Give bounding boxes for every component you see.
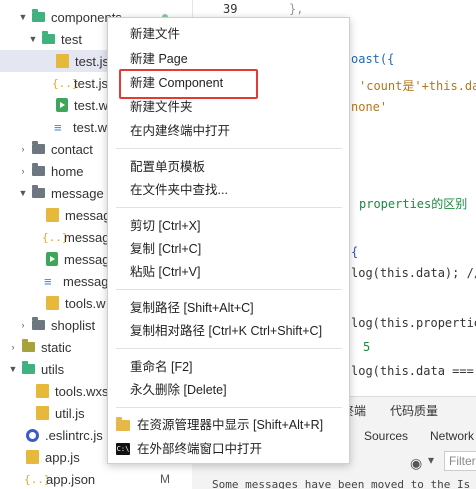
menu-divider xyxy=(116,407,342,408)
wxss-file-icon: ≡ xyxy=(44,273,52,289)
menu-divider xyxy=(116,289,342,290)
tab-sources[interactable]: Sources xyxy=(364,429,408,443)
menu-item-delete[interactable]: 永久删除 [Delete] xyxy=(130,381,227,399)
code-line: none' xyxy=(351,100,388,114)
folder-icon xyxy=(116,417,130,431)
menu-item-copy[interactable]: 复制 [Ctrl+C] xyxy=(130,240,201,258)
code-line: properties的区别 xyxy=(359,197,468,211)
code-line: 5 xyxy=(363,340,371,354)
highlight-box xyxy=(119,69,258,99)
code-line: log(this.data); // xyxy=(351,266,476,280)
line-number: 39 xyxy=(223,2,238,16)
json-file-icon: {..} xyxy=(42,230,69,244)
wxss-file-icon: ≡ xyxy=(54,119,62,135)
chevron-right-icon: › xyxy=(21,320,25,330)
chevron-down-icon: ▼ xyxy=(18,12,28,22)
menu-divider xyxy=(116,348,342,349)
code-line: log(this.properties xyxy=(351,316,476,330)
eslint-icon xyxy=(26,428,39,442)
menu-item-new-file[interactable]: 新建文件 xyxy=(130,25,180,43)
menu-item-new-page[interactable]: 新建 Page xyxy=(130,50,188,68)
menu-item-reveal-in-explorer[interactable]: 在资源管理器中显示 [Shift+Alt+R] xyxy=(137,416,323,434)
js-file-icon xyxy=(26,450,39,464)
git-status-badge: M xyxy=(160,472,170,486)
folder-icon xyxy=(32,9,45,22)
code-line: oast({ xyxy=(351,52,395,66)
tab-code-quality[interactable]: 代码质量 xyxy=(390,402,438,419)
js-file-icon xyxy=(36,406,49,420)
menu-item-cut[interactable]: 剪切 [Ctrl+X] xyxy=(130,217,201,235)
menu-item-copy-relative-path[interactable]: 复制相对路径 [Ctrl+K Ctrl+Shift+C] xyxy=(130,322,322,340)
code-line: log(this.data === xyxy=(351,364,474,378)
menu-item-paste[interactable]: 粘贴 [Ctrl+V] xyxy=(130,263,201,281)
folder-icon xyxy=(32,317,45,330)
wxml-file-icon xyxy=(56,98,68,112)
chevron-right-icon: › xyxy=(11,342,15,352)
js-file-icon xyxy=(36,384,49,398)
menu-item-open-in-terminal[interactable]: 在内建终端中打开 xyxy=(130,122,230,140)
json-file-icon: {..} xyxy=(24,472,51,486)
terminal-icon: C:\ xyxy=(116,443,130,455)
chevron-down-icon: ▼ xyxy=(18,188,28,198)
folder-icon xyxy=(22,361,35,374)
chevron-right-icon: › xyxy=(21,144,25,154)
menu-divider xyxy=(116,207,342,208)
code-line: { xyxy=(351,245,359,259)
menu-item-copy-path[interactable]: 复制路径 [Shift+Alt+C] xyxy=(130,299,254,317)
js-file-icon xyxy=(46,208,59,222)
code-line: }, xyxy=(289,2,304,16)
menu-item-open-external-terminal[interactable]: 在外部终端窗口中打开 xyxy=(137,440,262,458)
context-menu: 新建文件 新建 Page 新建 Component 新建文件夹 在内建终端中打开… xyxy=(107,17,350,464)
menu-item-config-template[interactable]: 配置单页模板 xyxy=(130,158,205,176)
console-message: Some messages have been moved to the Is xyxy=(192,478,476,489)
eye-icon[interactable]: ◉ xyxy=(410,455,422,472)
folder-icon xyxy=(22,339,35,352)
folder-icon xyxy=(32,185,45,198)
menu-item-rename[interactable]: 重命名 [F2] xyxy=(130,358,193,376)
code-line: 'count是'+this.dat xyxy=(359,79,476,93)
menu-item-new-folder[interactable]: 新建文件夹 xyxy=(130,98,193,116)
folder-icon xyxy=(42,31,55,44)
menu-divider xyxy=(116,148,342,149)
folder-icon xyxy=(32,163,45,176)
chevron-down-icon: ▼ xyxy=(8,364,18,374)
console-filter-input[interactable]: Filter xyxy=(444,451,476,471)
chevron-down-icon[interactable]: ▾ xyxy=(428,453,434,467)
chevron-down-icon: ▼ xyxy=(28,34,38,44)
json-file-icon: {..} xyxy=(52,76,79,90)
tab-network[interactable]: Network xyxy=(430,429,474,443)
js-file-icon xyxy=(46,296,59,310)
wxml-file-icon xyxy=(46,252,58,266)
chevron-right-icon: › xyxy=(21,166,25,176)
js-file-icon xyxy=(56,54,69,68)
tree-item-app-json[interactable]: {..} app.json M xyxy=(0,468,192,489)
menu-item-find-in-folder[interactable]: 在文件夹中查找... xyxy=(130,181,228,199)
folder-icon xyxy=(32,141,45,154)
